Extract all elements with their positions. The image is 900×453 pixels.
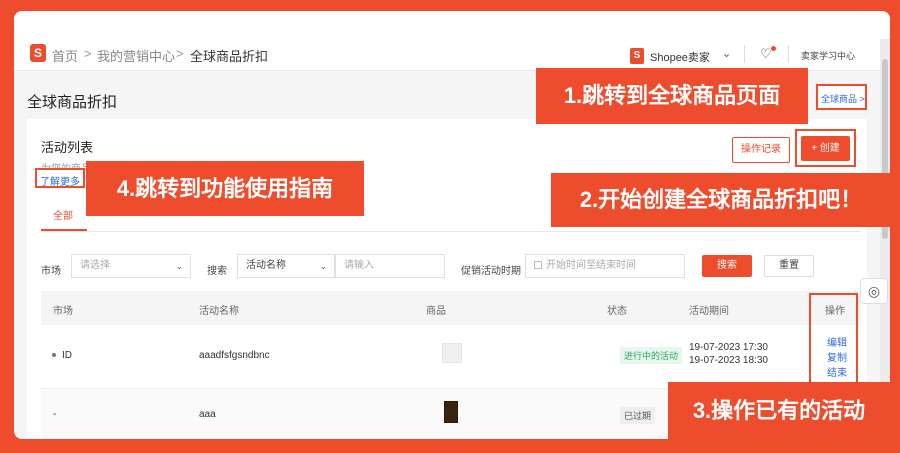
- period-range-picker[interactable]: 开始时间至结束时间: [525, 254, 685, 278]
- create-button-highlight: + 创建: [795, 129, 856, 167]
- reset-button[interactable]: 重置: [764, 255, 814, 277]
- search-button[interactable]: 搜索: [702, 255, 752, 277]
- search-type-value: 活动名称: [246, 260, 286, 271]
- row-market: -: [53, 409, 57, 420]
- divider: [744, 45, 745, 63]
- product-placeholder-icon: [442, 343, 462, 363]
- callout-guide: 4.跳转到功能使用指南: [86, 161, 364, 216]
- create-button[interactable]: + 创建: [801, 136, 850, 161]
- callout-create: 2.开始创建全球商品折扣吧！: [551, 173, 891, 227]
- search-input-placeholder: 请输入: [344, 260, 374, 271]
- market-select-placeholder: 请选择: [80, 260, 110, 271]
- tab-divider: [41, 231, 861, 232]
- learning-center-link[interactable]: 卖家学习中心: [801, 49, 855, 62]
- product-thumbnail[interactable]: [444, 401, 458, 423]
- shopee-logo-icon[interactable]: S: [30, 44, 46, 62]
- shop-logo-icon: S: [630, 48, 644, 64]
- global-products-link[interactable]: 全球商品 >: [816, 84, 867, 110]
- column-header-status: 状态: [607, 306, 627, 317]
- scrollbar[interactable]: [880, 39, 890, 439]
- column-header-name: 活动名称: [199, 306, 239, 317]
- divider: [788, 45, 789, 63]
- notification-dot: [771, 46, 776, 51]
- shop-switcher[interactable]: Shopee卖家: [650, 49, 710, 65]
- row-bullet: [52, 353, 56, 357]
- status-badge: 进行中的活动: [620, 347, 683, 364]
- column-header-market: 市场: [53, 306, 73, 317]
- callout-global-products: 1.跳转到全球商品页面: [536, 68, 808, 124]
- learn-more-link[interactable]: 了解更多: [35, 168, 85, 188]
- search-type-select[interactable]: 活动名称 ⌄: [237, 254, 335, 278]
- row-activity-name: aaadfsfgsndbnc: [199, 350, 270, 361]
- market-filter-label: 市场: [41, 266, 61, 277]
- row-activity-name: aaa: [199, 409, 216, 420]
- search-filter-label: 搜索: [207, 266, 227, 277]
- row-period-end: 19-07-2023 18:30: [689, 355, 768, 366]
- breadcrumb-current: 全球商品折扣: [190, 49, 269, 64]
- breadcrumb-marketing[interactable]: 我的营销中心: [97, 46, 175, 65]
- row-period-start: 19-07-2023 17:30: [689, 342, 768, 353]
- operation-log-button[interactable]: 操作记录: [732, 137, 790, 163]
- period-filter-label: 促销活动时期: [461, 266, 521, 277]
- tab-all[interactable]: 全部: [53, 207, 73, 222]
- breadcrumb-separator-icon: >: [176, 46, 184, 61]
- breadcrumb-home[interactable]: 首页: [52, 46, 78, 65]
- breadcrumb-separator-icon: >: [84, 46, 92, 61]
- chevron-down-icon: ⌄: [319, 261, 327, 271]
- page-title: 全球商品折扣: [27, 94, 118, 111]
- top-bar: S 首页 > 我的营销中心 > 全球商品折扣 S Shopee卖家 ⌄ ♡ 卖家…: [14, 11, 890, 71]
- actions-highlight-box: [809, 293, 858, 389]
- chevron-down-icon: ⌄: [175, 261, 183, 271]
- calendar-icon: [534, 261, 542, 269]
- callout-actions: 3.操作已有的活动: [668, 382, 890, 439]
- status-badge: 已过期: [620, 407, 656, 424]
- column-header-products: 商品: [426, 306, 446, 317]
- table-header: [41, 291, 861, 325]
- headset-icon[interactable]: ◎: [860, 278, 888, 304]
- bell-icon[interactable]: ♡: [760, 46, 772, 62]
- search-input[interactable]: 请输入: [335, 254, 445, 278]
- card-title: 活动列表: [41, 140, 94, 155]
- chevron-down-icon[interactable]: ⌄: [722, 47, 731, 60]
- market-select[interactable]: 请选择 ⌄: [71, 254, 191, 278]
- row-market: ID: [62, 350, 72, 361]
- column-header-period: 活动期间: [689, 306, 729, 317]
- period-placeholder: 开始时间至结束时间: [546, 260, 636, 271]
